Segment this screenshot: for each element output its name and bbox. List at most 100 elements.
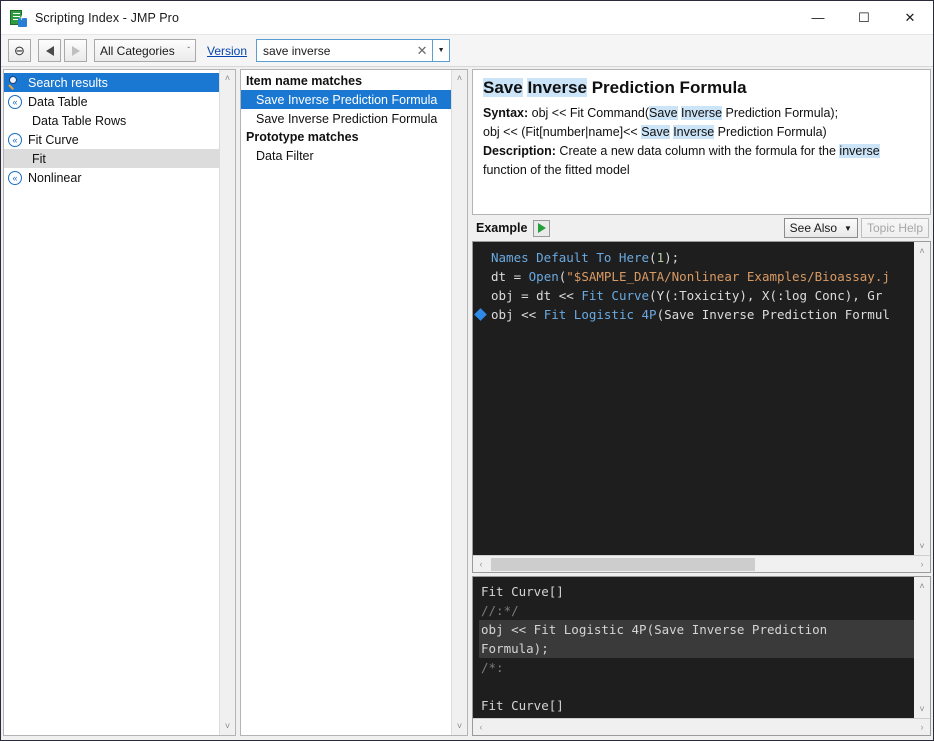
description-label: Description: <box>483 144 556 158</box>
see-also-button[interactable]: See Also ▼ <box>784 218 858 238</box>
version-link[interactable]: Version <box>207 44 247 58</box>
list-item[interactable]: Save Inverse Prediction Formula <box>241 90 451 109</box>
sidebar-item-nonlinear[interactable]: «Nonlinear <box>4 168 219 187</box>
detail-header: Save Inverse Prediction Formula Syntax: … <box>472 69 931 215</box>
scroll-up-icon[interactable]: ˄ <box>457 70 462 87</box>
scroll-down-icon[interactable]: ˅ <box>919 700 924 718</box>
code-token: "$SAMPLE_DATA/Nonlinear Examples/Bioassa… <box>566 269 890 284</box>
code-token: ( <box>649 250 657 265</box>
minimize-button[interactable]: — <box>795 1 841 35</box>
sidebar-item-data-table-rows[interactable]: Data Table Rows <box>4 111 219 130</box>
code-token: 1 <box>657 250 665 265</box>
text-run: function of the fitted model <box>483 163 630 177</box>
code-line: dt = Open("$SAMPLE_DATA/Nonlinear Exampl… <box>473 267 914 286</box>
example-code-text[interactable]: Names Default To Here(1);dt = Open("$SAM… <box>473 242 914 555</box>
log-text[interactable]: Fit Curve[]//:*/obj << Fit Logistic 4P(S… <box>473 577 914 718</box>
search-term-highlight: Save <box>649 106 678 120</box>
search-box: ✕ ▼ <box>256 39 450 62</box>
text-run: obj << Fit Command( <box>528 106 649 120</box>
run-play-icon[interactable] <box>533 220 550 237</box>
code-token: ); <box>664 250 679 265</box>
matches-scrollbar[interactable]: ˄ ˅ <box>451 70 467 735</box>
sidebar-item-label: Fit <box>32 152 46 166</box>
text-run: Prediction Formula <box>587 78 747 97</box>
main-body: Search results « Data Table Data Table Rows… <box>1 67 933 740</box>
code-line: obj = dt << Fit Curve(Y(:Toxicity), X(:l… <box>473 286 914 305</box>
back-arrow-icon[interactable] <box>38 39 61 62</box>
window-controls: — ☐ ✕ <box>795 1 933 35</box>
close-button[interactable]: ✕ <box>887 1 933 35</box>
collapse-node-icon[interactable]: « <box>8 133 22 147</box>
match-group-header: Prototype matches <box>241 128 451 146</box>
matches-pane: Item name matchesSave Inverse Prediction… <box>240 69 468 736</box>
scroll-left-icon[interactable]: ‹ <box>473 722 489 732</box>
code-line: Names Default To Here(1); <box>473 248 914 267</box>
scroll-up-icon[interactable]: ˄ <box>919 577 924 595</box>
scroll-up-icon[interactable]: ˄ <box>919 242 924 260</box>
category-select-label: All Categories <box>100 44 179 58</box>
text-run: obj << (Fit[number|name]<< <box>483 125 641 139</box>
topic-help-button[interactable]: Topic Help <box>861 218 929 238</box>
search-term-highlight: Save <box>483 78 523 97</box>
sidebar-item-label: Fit Curve <box>28 133 79 147</box>
scroll-right-icon[interactable]: › <box>914 722 930 732</box>
sidebar-item-search-results[interactable]: Search results <box>4 73 219 92</box>
maximize-button[interactable]: ☐ <box>841 1 887 35</box>
log-line: Formula); <box>479 639 914 658</box>
description-line-1: Description: Create a new data column wi… <box>483 142 920 161</box>
log-panel[interactable]: Fit Curve[]//:*/obj << Fit Logistic 4P(S… <box>472 576 931 736</box>
scroll-down-icon[interactable]: ˅ <box>225 718 230 735</box>
code-token: (Save Inverse Prediction Formul <box>657 307 890 322</box>
forward-arrow-icon[interactable] <box>64 39 87 62</box>
category-select[interactable]: All Categories ˇ <box>94 39 196 62</box>
sidebar-item-label: Data Table Rows <box>32 114 126 128</box>
search-term-highlight: Inverse <box>527 78 587 97</box>
syntax-line-2: obj << (Fit[number|name]<< Save Inverse … <box>483 123 920 142</box>
collapse-all-icon[interactable]: ⊖ <box>8 39 31 62</box>
sidebar-item-label: Data Table <box>28 95 88 109</box>
code-token: dt = <box>491 269 529 284</box>
list-item[interactable]: Data Filter <box>241 146 451 165</box>
text-run: Prediction Formula) <box>714 125 827 139</box>
category-tree: Search results « Data Table Data Table Rows… <box>4 70 219 735</box>
collapse-node-icon[interactable]: « <box>8 171 22 185</box>
breakpoint-marker-icon[interactable] <box>474 308 487 321</box>
search-input[interactable] <box>257 44 412 58</box>
log-line: //:*/ <box>479 601 914 620</box>
log-vertical-scrollbar[interactable]: ˄ ˅ <box>914 577 930 718</box>
scroll-right-icon[interactable]: › <box>914 559 930 569</box>
sidebar-item-data-table[interactable]: « Data Table <box>4 92 219 111</box>
description-line-2: function of the fitted model <box>483 161 920 180</box>
log-line: obj << Fit Logistic 4P(Save Inverse Pred… <box>479 620 914 639</box>
scroll-down-icon[interactable]: ˅ <box>919 537 924 555</box>
window-title: Scripting Index - JMP Pro <box>35 11 179 25</box>
scroll-left-icon[interactable]: ‹ <box>473 559 489 569</box>
see-also-label: See Also <box>790 221 837 235</box>
chevron-down-icon: ˇ <box>187 46 190 55</box>
collapse-node-icon[interactable]: « <box>8 95 22 109</box>
scroll-down-icon[interactable]: ˅ <box>457 718 462 735</box>
tree-scrollbar[interactable]: ˄ ˅ <box>219 70 235 735</box>
example-label: Example <box>476 221 527 235</box>
code-horizontal-scrollbar[interactable]: ‹ › <box>473 555 930 572</box>
list-item[interactable]: Save Inverse Prediction Formula <box>241 109 451 128</box>
code-vertical-scrollbar[interactable]: ˄ ˅ <box>914 242 930 555</box>
search-term-highlight: Inverse <box>681 106 722 120</box>
scroll-up-icon[interactable]: ˄ <box>225 70 230 87</box>
hscroll-thumb[interactable] <box>491 558 755 571</box>
hscroll-track[interactable] <box>489 557 914 572</box>
sidebar-item-label: Search results <box>28 76 108 90</box>
search-history-dropdown-icon[interactable]: ▼ <box>432 40 449 61</box>
toolbar: ⊖ All Categories ˇ Version ✕ ▼ <box>1 35 933 67</box>
example-code-editor[interactable]: Names Default To Here(1);dt = Open("$SAM… <box>472 241 931 573</box>
code-token: Open <box>529 269 559 284</box>
matches-list: Item name matchesSave Inverse Prediction… <box>241 70 451 735</box>
log-horizontal-scrollbar[interactable]: ‹ › <box>473 718 930 735</box>
clear-search-icon[interactable]: ✕ <box>412 43 432 59</box>
log-hscroll-track[interactable] <box>489 720 914 735</box>
sidebar-item-fit[interactable]: Fit <box>4 149 219 168</box>
log-line: /*: <box>479 658 914 677</box>
example-toolbar: Example See Also ▼ Topic Help <box>472 215 931 241</box>
code-token: obj = dt << <box>491 288 581 303</box>
sidebar-item-fit-curve[interactable]: « Fit Curve <box>4 130 219 149</box>
